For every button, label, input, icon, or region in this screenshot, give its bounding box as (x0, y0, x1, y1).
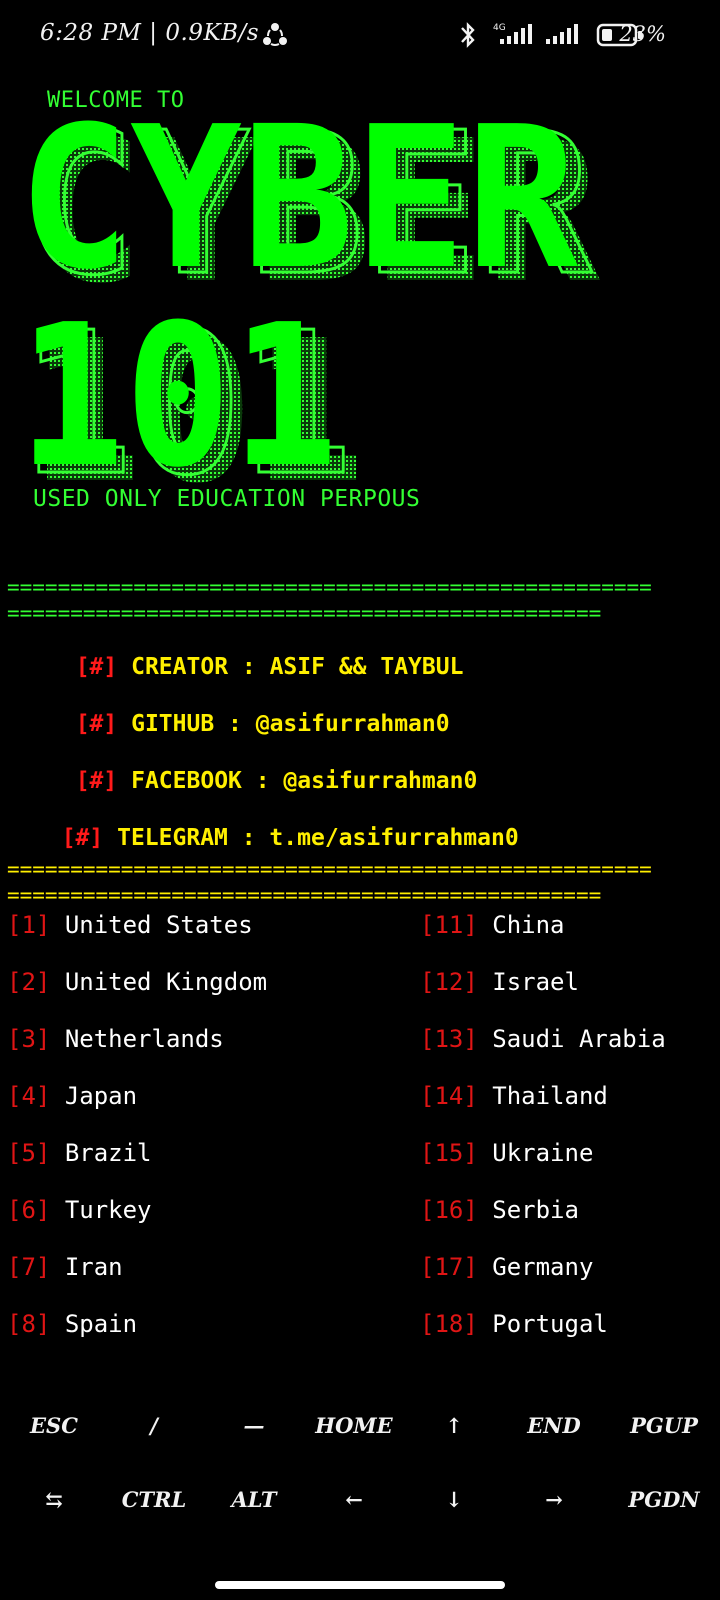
status-speed: 0.9KB/s (165, 20, 260, 46)
info-text: FACEBOOK : @asifurrahman0 (131, 768, 478, 794)
separator-green-2: ========================================… (7, 601, 602, 625)
status-time: 6:28 PM (40, 20, 142, 46)
key-left-arrow[interactable]: ← (304, 1487, 404, 1512)
key-pgdn[interactable]: PGDN (614, 1487, 714, 1512)
key-up-arrow[interactable]: ↑ (404, 1413, 504, 1438)
signal-icon (546, 24, 578, 44)
key-ctrl[interactable]: CTRL (104, 1487, 204, 1512)
country-name: Japan (64, 1082, 138, 1110)
country-name: United States (64, 911, 253, 939)
separator-green-1: ========================================… (7, 575, 652, 599)
country-name: Spain (64, 1310, 138, 1338)
tagline: USED ONLY EDUCATION PERPOUS (33, 486, 421, 512)
battery-percent: 23% (619, 22, 666, 46)
info-tag: [#] (75, 768, 118, 794)
banner-101-text: 101 (18, 312, 338, 492)
key-home[interactable]: HOME (304, 1413, 404, 1438)
country-item: [18] Portugal (420, 1310, 608, 1338)
country-item: [1] United States (7, 911, 253, 939)
country-item: [2] United Kingdom (7, 968, 267, 996)
country-num: [17] (420, 1253, 478, 1281)
country-name: Thailand (492, 1082, 608, 1110)
country-num: [12] (420, 968, 478, 996)
key-tab[interactable]: ⇆ (4, 1487, 104, 1512)
country-num: [4] (7, 1082, 51, 1110)
country-num: [3] (7, 1025, 51, 1053)
country-name: United Kingdom (64, 968, 268, 996)
country-num: [15] (420, 1139, 478, 1167)
key-dash[interactable]: — (204, 1413, 304, 1438)
share-icon (263, 23, 287, 46)
bluetooth-icon (461, 22, 475, 48)
country-item: [11] China (420, 911, 565, 939)
country-item: [12] Israel (420, 968, 579, 996)
country-num: [13] (420, 1025, 478, 1053)
info-tag: [#] (75, 711, 118, 737)
country-item: [8] Spain (7, 1310, 137, 1338)
info-creator: [#] CREATOR : ASIF && TAYBUL (48, 628, 464, 680)
key-pgup[interactable]: PGUP (614, 1413, 714, 1438)
country-item: [3] Netherlands (7, 1025, 224, 1053)
banner-cyber-text: CYBER (18, 112, 578, 292)
country-name: China (492, 911, 565, 939)
info-telegram: [#] TELEGRAM : t.me/asifurrahman0 (34, 799, 519, 851)
country-name: Ukraine (492, 1139, 594, 1167)
country-num: [2] (7, 968, 51, 996)
country-name: Israel (492, 968, 579, 996)
country-num: [1] (7, 911, 51, 939)
signal-4g-icon: 4G (493, 23, 532, 44)
info-text: TELEGRAM : t.me/asifurrahman0 (117, 825, 519, 851)
separator-yellow-1: ========================================… (7, 857, 652, 881)
country-name: Iran (64, 1253, 123, 1281)
country-num: [11] (420, 911, 478, 939)
country-item: [14] Thailand (420, 1082, 608, 1110)
network-label: 4G (493, 23, 506, 33)
country-num: [16] (420, 1196, 478, 1224)
banner-101: 101 101 101 (18, 312, 365, 492)
info-text: GITHUB : @asifurrahman0 (131, 711, 450, 737)
status-bar: 6:28 PM | 0.9KB/s 4G 23% (0, 0, 720, 70)
country-name: Portugal (492, 1310, 608, 1338)
info-tag: [#] (75, 654, 118, 680)
info-tag: [#] (61, 825, 104, 851)
country-item: [16] Serbia (420, 1196, 579, 1224)
country-name: Germany (492, 1253, 594, 1281)
separator-yellow-2: ========================================… (7, 883, 602, 907)
welcome-text: WELCOME TO (47, 88, 185, 113)
country-name: Netherlands (64, 1025, 224, 1053)
banner-cyber: CYBER CYBER CYBER (18, 112, 600, 292)
info-facebook: [#] FACEBOOK : @asifurrahman0 (48, 742, 478, 794)
info-text: CREATOR : ASIF && TAYBUL (131, 654, 464, 680)
country-item: [13] Saudi Arabia (420, 1025, 666, 1053)
country-item: [6] Turkey (7, 1196, 152, 1224)
extra-keys-bar: ESC / — HOME ↑ END PGUP ⇆ CTRL ALT ← ↓ →… (0, 1395, 720, 1545)
country-item: [7] Iran (7, 1253, 123, 1281)
country-num: [14] (420, 1082, 478, 1110)
country-name: Serbia (492, 1196, 579, 1224)
country-num: [5] (7, 1139, 51, 1167)
country-num: [7] (7, 1253, 51, 1281)
country-name: Brazil (64, 1139, 152, 1167)
country-num: [8] (7, 1310, 51, 1338)
country-item: [15] Ukraine (420, 1139, 593, 1167)
country-name: Turkey (64, 1196, 152, 1224)
key-down-arrow[interactable]: ↓ (404, 1487, 504, 1512)
key-esc[interactable]: ESC (4, 1413, 104, 1438)
home-indicator[interactable] (215, 1581, 505, 1589)
key-right-arrow[interactable]: → (504, 1487, 604, 1512)
country-name: Saudi Arabia (492, 1025, 666, 1053)
key-slash[interactable]: / (104, 1413, 204, 1438)
country-item: [5] Brazil (7, 1139, 152, 1167)
key-alt[interactable]: ALT (204, 1487, 304, 1512)
status-left: 6:28 PM | 0.9KB/s (40, 20, 260, 46)
info-github: [#] GITHUB : @asifurrahman0 (48, 685, 450, 737)
key-end[interactable]: END (504, 1413, 604, 1438)
country-item: [17] Germany (420, 1253, 593, 1281)
country-item: [4] Japan (7, 1082, 137, 1110)
country-num: [6] (7, 1196, 51, 1224)
country-num: [18] (420, 1310, 478, 1338)
